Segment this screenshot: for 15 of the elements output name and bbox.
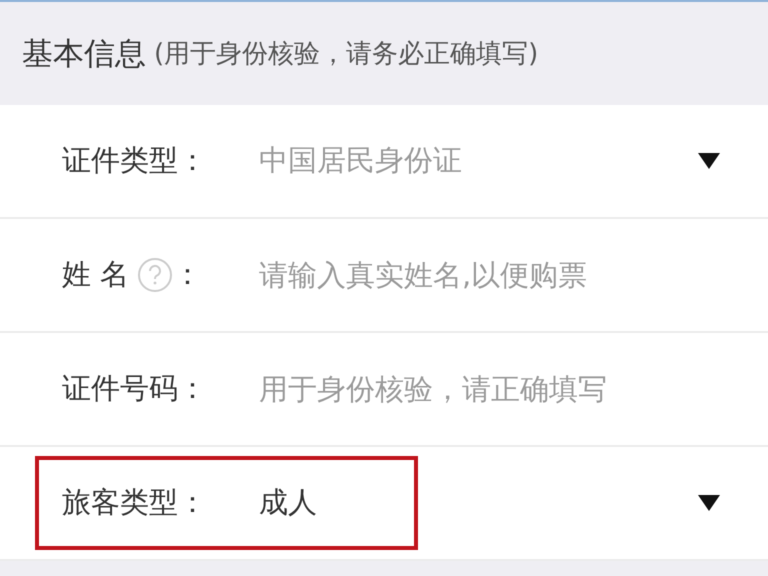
input-field[interactable]: 请输入真实姓名,以便购票 xyxy=(259,258,626,292)
select-field[interactable]: 成人 xyxy=(259,483,317,523)
field-label: 证件类型 xyxy=(62,142,178,179)
field-colon: ： xyxy=(178,484,207,521)
dropdown-caret-icon[interactable] xyxy=(698,153,720,169)
dropdown-caret-icon[interactable] xyxy=(698,495,720,511)
field-colon: ： xyxy=(178,370,207,407)
field-label: 证件号码 xyxy=(62,370,178,407)
field-label: 旅客类型 xyxy=(62,484,178,521)
section-note: (用于身份核验，请务必正确填写) xyxy=(154,38,538,71)
section-title: 基本信息 xyxy=(22,34,146,74)
input-field[interactable]: 用于身份核验，请正确填写 xyxy=(259,372,626,406)
field-colon: ： xyxy=(173,256,202,293)
field-label: 姓 名 xyxy=(62,256,130,293)
field-colon: ： xyxy=(178,142,207,179)
